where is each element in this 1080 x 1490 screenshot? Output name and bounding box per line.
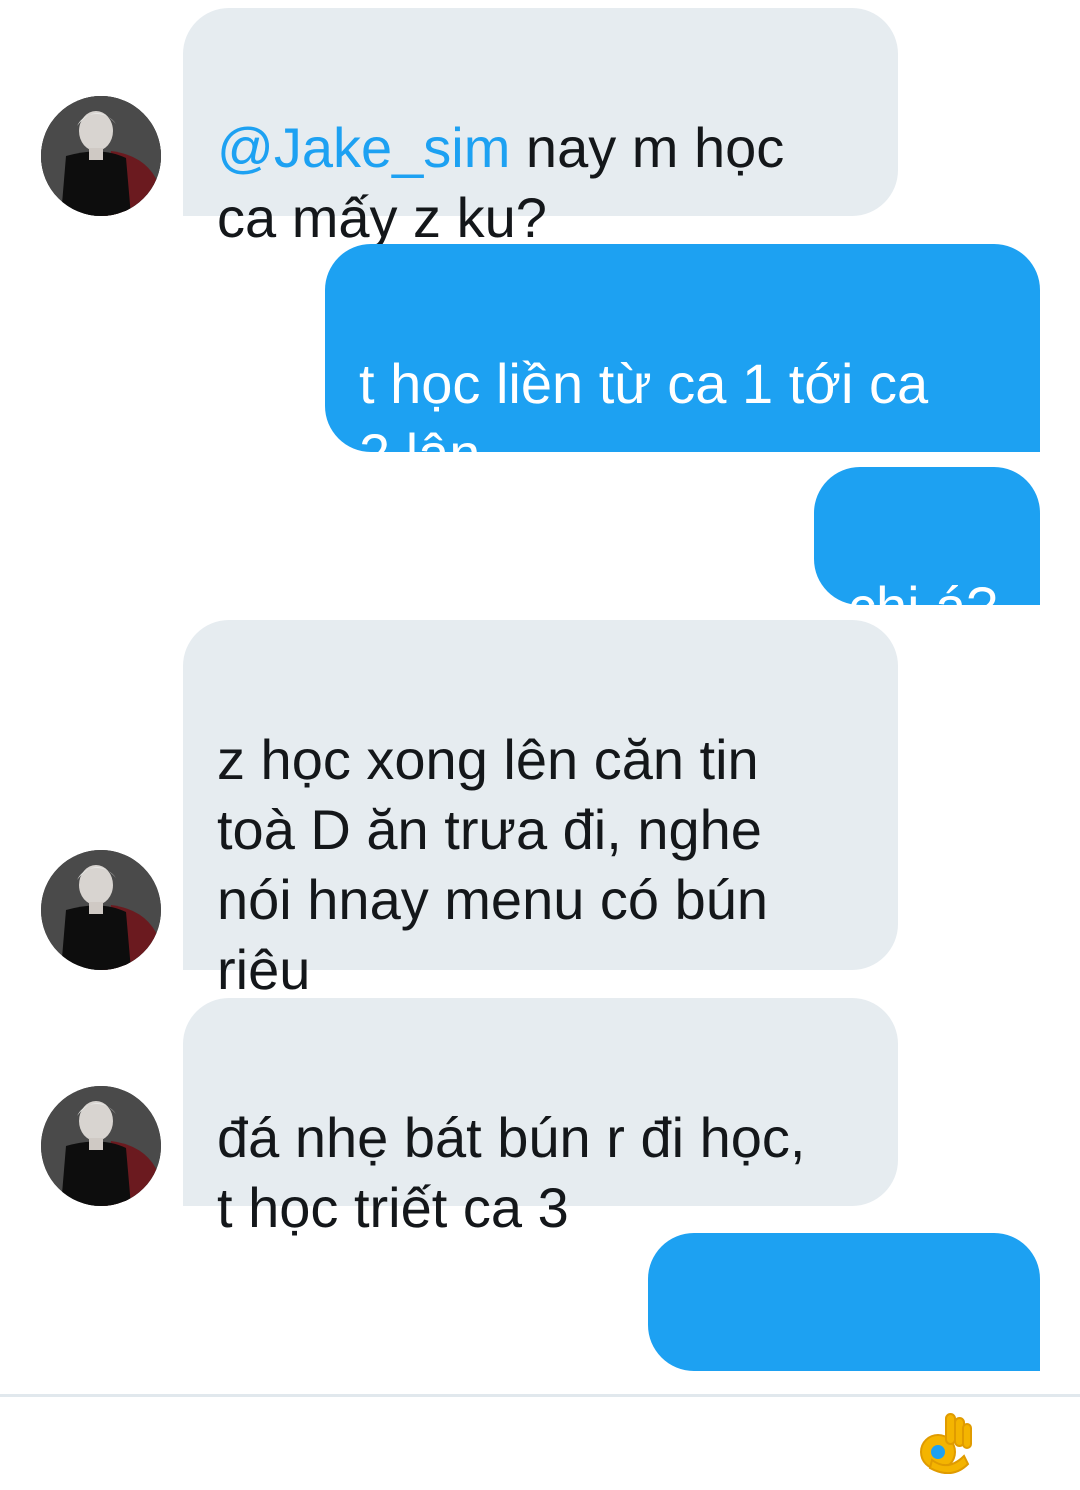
ok-hand-emoji-icon [918, 1338, 974, 1490]
message-text: đá nhẹ bát bún r đi học, t học triết ca … [217, 1106, 806, 1239]
outgoing-message-3[interactable]: okie nhó [648, 1233, 1040, 1475]
sender-avatar[interactable] [41, 1086, 161, 1206]
outgoing-message-1[interactable]: t học liền từ ca 1 tới ca 2 lận [325, 244, 1040, 485]
avatar-image [41, 1086, 161, 1206]
incoming-message-2[interactable]: z học xong lên căn tin toà D ăn trưa đi,… [183, 620, 898, 1001]
message-text: okie nhó [682, 1377, 894, 1441]
avatar-image [41, 850, 161, 970]
user-mention-link[interactable]: @Jake_sim [217, 116, 510, 179]
incoming-message-3[interactable]: đá nhẹ bát bún r đi học, t học triết ca … [183, 998, 898, 1239]
message-text: z học xong lên căn tin toà D ăn trưa đi,… [217, 728, 769, 1001]
incoming-message-1[interactable]: @Jake_sim nay m học ca mấy z ku? [183, 8, 898, 249]
message-text: t học liền từ ca 1 tới ca 2 lận [359, 352, 929, 485]
sender-avatar[interactable] [41, 96, 161, 216]
sender-avatar[interactable] [41, 850, 161, 970]
outgoing-message-2[interactable]: chi á? [814, 467, 1040, 638]
avatar-image [41, 96, 161, 216]
